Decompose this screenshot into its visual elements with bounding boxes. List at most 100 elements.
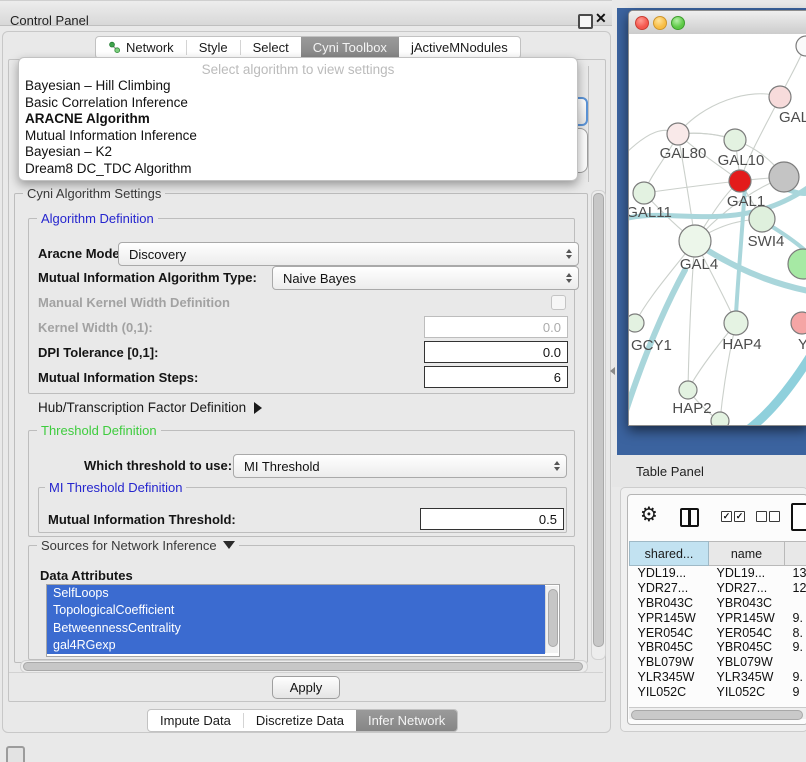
hub-definition-toggle[interactable]: Hub/Transcription Factor Definition xyxy=(38,400,262,415)
minimize-traffic-light-icon[interactable] xyxy=(653,16,667,30)
page-icon[interactable] xyxy=(791,503,806,531)
table-cell[interactable]: 13 xyxy=(785,566,806,581)
table-row[interactable]: YPR145WYPR145W9. xyxy=(630,610,806,625)
table-hscrollbar-thumb[interactable] xyxy=(631,710,803,720)
table-cell[interactable]: YBR045C xyxy=(709,640,785,655)
network-node-gal[interactable] xyxy=(769,86,791,108)
close-icon[interactable]: ✕ xyxy=(595,10,607,27)
network-node-y[interactable] xyxy=(791,312,806,334)
table-cell[interactable]: YDL19... xyxy=(709,566,785,581)
attributes-vscrollbar[interactable] xyxy=(545,586,558,653)
table-cell[interactable]: YDL19... xyxy=(630,566,709,581)
table-row[interactable]: YBR043CYBR043C xyxy=(630,596,806,611)
checked-checkbox-icon[interactable]: ✓ xyxy=(734,511,745,522)
table-cell[interactable]: YBR043C xyxy=(630,596,709,611)
algorithm-popup-item[interactable]: Bayesian – Hill Climbing xyxy=(19,78,577,95)
table-cell[interactable]: YER054C xyxy=(630,625,709,640)
table-cell[interactable]: YDR27... xyxy=(709,581,785,596)
table-cell[interactable]: YLR345W xyxy=(709,670,785,685)
settings-vscrollbar-thumb[interactable] xyxy=(593,193,604,647)
table-cell[interactable] xyxy=(785,596,806,611)
table-cell[interactable]: YPR145W xyxy=(709,610,785,625)
table-column-header[interactable]: shared... xyxy=(630,542,709,566)
data-attribute-item[interactable]: BetweennessCentrality xyxy=(47,620,545,637)
settings-vscrollbar[interactable] xyxy=(591,190,606,660)
table-row[interactable]: YBL079WYBL079W xyxy=(630,655,806,670)
network-view-window[interactable]: GALGAL80GAL10GAL1GAL11SWI4GAL4GCY1HAP4YH… xyxy=(628,10,806,426)
network-node-gal10[interactable] xyxy=(724,129,746,151)
dpi-tolerance-field[interactable]: 0.0 xyxy=(424,341,568,363)
network-node-gcy1[interactable] xyxy=(629,314,644,332)
table-row[interactable]: YER054CYER054C8. xyxy=(630,625,806,640)
close-traffic-light-icon[interactable] xyxy=(635,16,649,30)
mi-steps-field[interactable]: 6 xyxy=(424,366,568,388)
algorithm-popup-item[interactable]: Mutual Information Inference xyxy=(19,128,577,145)
tab-discretize-data[interactable]: Discretize Data xyxy=(244,710,356,731)
table-cell[interactable]: YPR145W xyxy=(630,610,709,625)
table-row[interactable]: YLR345WYLR345W9. xyxy=(630,670,806,685)
panel-collapse-handle[interactable] xyxy=(610,367,615,375)
tab-network[interactable]: Network xyxy=(96,37,186,58)
network-node[interactable] xyxy=(769,162,799,192)
data-attribute-item[interactable]: TopologicalCoefficient xyxy=(47,602,545,619)
table-hscrollbar[interactable] xyxy=(629,707,806,719)
columns-icon[interactable] xyxy=(680,508,699,527)
network-node-gal4[interactable] xyxy=(679,225,711,257)
network-node[interactable] xyxy=(711,412,729,425)
tab-style[interactable]: Style xyxy=(187,37,240,58)
table-cell[interactable]: 9. xyxy=(785,610,806,625)
algorithm-popup-item[interactable]: ARACNE Algorithm xyxy=(19,111,577,128)
float-window-icon[interactable] xyxy=(578,14,593,29)
network-node[interactable] xyxy=(788,249,806,279)
table-cell[interactable]: 8. xyxy=(785,625,806,640)
tab-select[interactable]: Select xyxy=(241,37,301,58)
tab-impute-data[interactable]: Impute Data xyxy=(148,710,243,731)
table-row[interactable]: YDR27...YDR27...12 xyxy=(630,581,806,596)
network-node-gal80[interactable] xyxy=(667,123,689,145)
table-cell[interactable]: YBR043C xyxy=(709,596,785,611)
manual-kernel-checkbox[interactable] xyxy=(551,295,566,310)
tab-cyni-toolbox[interactable]: Cyni Toolbox xyxy=(301,37,399,58)
settings-hscrollbar-thumb[interactable] xyxy=(23,662,583,671)
network-window-titlebar[interactable] xyxy=(629,11,806,35)
table-cell[interactable] xyxy=(785,655,806,670)
checked-checkbox-icon[interactable]: ✓ xyxy=(721,511,732,522)
table-cell[interactable]: YBL079W xyxy=(630,655,709,670)
gear-icon[interactable]: ⚙ xyxy=(640,504,658,524)
aracne-mode-combo[interactable]: Discovery xyxy=(118,242,579,266)
table-cell[interactable]: YER054C xyxy=(709,625,785,640)
algorithm-popup-item[interactable]: Basic Correlation Inference xyxy=(19,95,577,112)
sources-legend-wrap[interactable]: Sources for Network Inference xyxy=(37,538,239,553)
table-column-header[interactable] xyxy=(785,542,806,566)
network-canvas[interactable]: GALGAL80GAL10GAL1GAL11SWI4GAL4GCY1HAP4YH… xyxy=(629,34,806,425)
network-node-hap2[interactable] xyxy=(679,381,697,399)
data-attribute-item[interactable]: SelfLoops xyxy=(47,585,545,602)
network-node[interactable] xyxy=(796,36,806,56)
table-row[interactable]: YDL19...YDL19...13 xyxy=(630,566,806,581)
tab-jactivemnodules[interactable]: jActiveMNodules xyxy=(399,37,520,58)
table-column-header[interactable]: name xyxy=(709,542,785,566)
algorithm-popup-item[interactable]: Bayesian – K2 xyxy=(19,144,577,161)
table-cell[interactable]: YBL079W xyxy=(709,655,785,670)
apply-button[interactable]: Apply xyxy=(272,676,340,699)
network-node-gal1[interactable] xyxy=(729,170,751,192)
collapsed-panel-icon[interactable] xyxy=(6,746,25,762)
table-cell[interactable]: 12 xyxy=(785,581,806,596)
zoom-traffic-light-icon[interactable] xyxy=(671,16,685,30)
table-cell[interactable]: YIL052C xyxy=(709,684,785,699)
unchecked-checkbox-icon[interactable] xyxy=(769,511,780,522)
algorithm-popup-item[interactable]: Dream8 DC_TDC Algorithm xyxy=(19,161,577,178)
tab-infer-network[interactable]: Infer Network xyxy=(356,710,457,731)
data-attribute-item[interactable]: gal4RGexp xyxy=(47,637,545,654)
mi-threshold-field[interactable]: 0.5 xyxy=(420,508,564,530)
table-cell[interactable]: YDR27... xyxy=(630,581,709,596)
table-cell[interactable]: 9. xyxy=(785,670,806,685)
table-cell[interactable]: YIL052C xyxy=(630,684,709,699)
table-row[interactable]: YBR045CYBR045C9. xyxy=(630,640,806,655)
unchecked-checkbox-icon[interactable] xyxy=(756,511,767,522)
which-threshold-combo[interactable]: MI Threshold xyxy=(233,454,567,478)
attributes-vscrollbar-thumb[interactable] xyxy=(548,589,558,647)
table-cell[interactable]: 9 xyxy=(785,684,806,699)
network-node-gal11[interactable] xyxy=(633,182,655,204)
table-cell[interactable]: 9. xyxy=(785,640,806,655)
